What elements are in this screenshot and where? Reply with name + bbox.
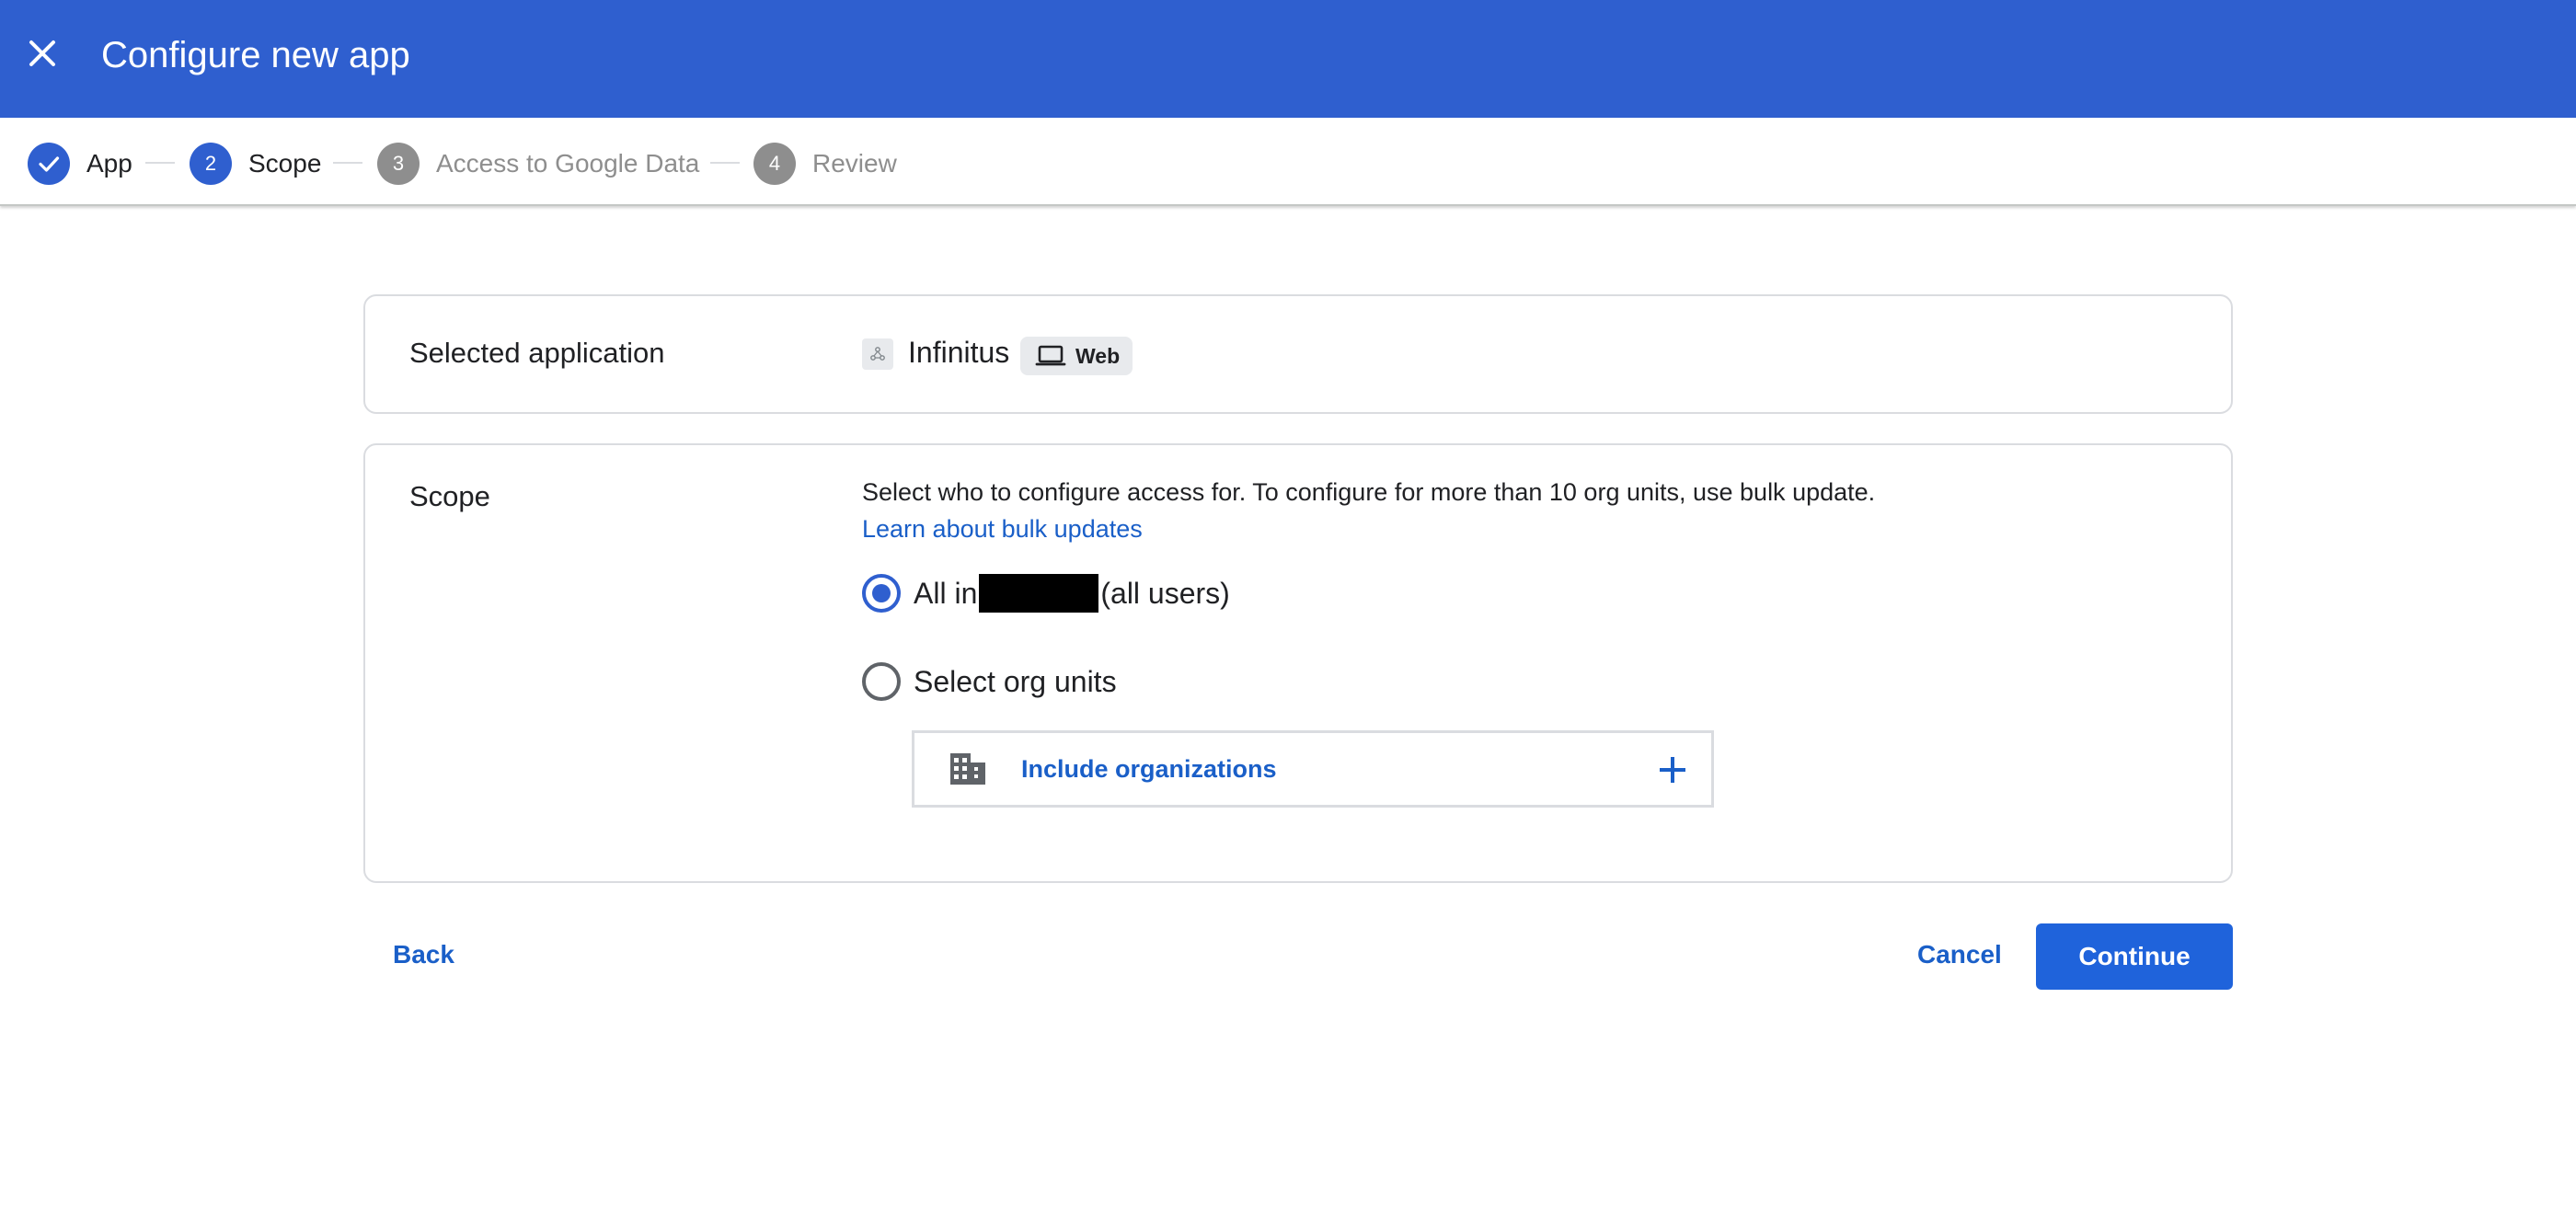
- selected-application-card: Selected application Infinitus Web: [363, 294, 2233, 414]
- radio-select-org-units[interactable]: Select org units: [862, 662, 1117, 701]
- continue-button[interactable]: Continue: [2036, 923, 2233, 990]
- radio-select-org-units-label: Select org units: [914, 664, 1117, 698]
- laptop-icon: [1035, 345, 1066, 366]
- plus-icon[interactable]: [1654, 751, 1691, 788]
- scope-description: Select who to configure access for. To c…: [862, 478, 1876, 506]
- app-logo-icon: [862, 338, 893, 370]
- check-icon: [28, 143, 70, 185]
- step-label: Review: [812, 149, 897, 178]
- all-users-text: (all users): [1100, 576, 1230, 610]
- app-header: Configure new app: [0, 0, 2576, 118]
- radio-all-users[interactable]: All in (all users): [862, 574, 1230, 613]
- cancel-button[interactable]: Cancel: [1917, 940, 2002, 969]
- stepper: App 2 Scope 3 Access to Google Data 4 Re…: [0, 118, 2576, 206]
- close-icon[interactable]: [20, 31, 64, 75]
- step-number: 2: [190, 143, 232, 185]
- all-in-text: All in: [914, 576, 978, 610]
- selected-application-heading: Selected application: [409, 337, 665, 369]
- step-scope[interactable]: 2 Scope: [190, 142, 321, 186]
- step-access-google-data[interactable]: 3 Access to Google Data: [377, 142, 699, 186]
- scope-card: Scope Select who to configure access for…: [363, 443, 2233, 883]
- back-button[interactable]: Back: [393, 940, 454, 969]
- radio-all-users-label: All in (all users): [914, 574, 1230, 613]
- step-review[interactable]: 4 Review: [753, 142, 897, 186]
- radio-button-checked[interactable]: [862, 574, 901, 613]
- learn-bulk-updates-link[interactable]: Learn about bulk updates: [862, 515, 1143, 544]
- step-divider: [710, 162, 740, 164]
- page-title: Configure new app: [101, 35, 410, 75]
- redacted-org-name: [979, 574, 1099, 613]
- platform-chip-label: Web: [1075, 343, 1121, 368]
- include-organizations-button[interactable]: Include organizations: [912, 730, 1714, 808]
- platform-chip: Web: [1020, 337, 1133, 375]
- radio-button-unchecked[interactable]: [862, 662, 901, 701]
- step-divider: [333, 162, 362, 164]
- scope-heading: Scope: [409, 480, 490, 512]
- step-label: App: [86, 149, 132, 178]
- building-icon: [950, 753, 985, 785]
- step-divider: [145, 162, 175, 164]
- app-name: Infinitus: [908, 336, 1010, 369]
- step-number: 3: [377, 143, 420, 185]
- step-label: Access to Google Data: [436, 149, 700, 178]
- step-label: Scope: [248, 149, 322, 178]
- step-app[interactable]: App: [28, 142, 132, 186]
- step-number: 4: [753, 143, 796, 185]
- include-organizations-label: Include organizations: [1021, 754, 1277, 783]
